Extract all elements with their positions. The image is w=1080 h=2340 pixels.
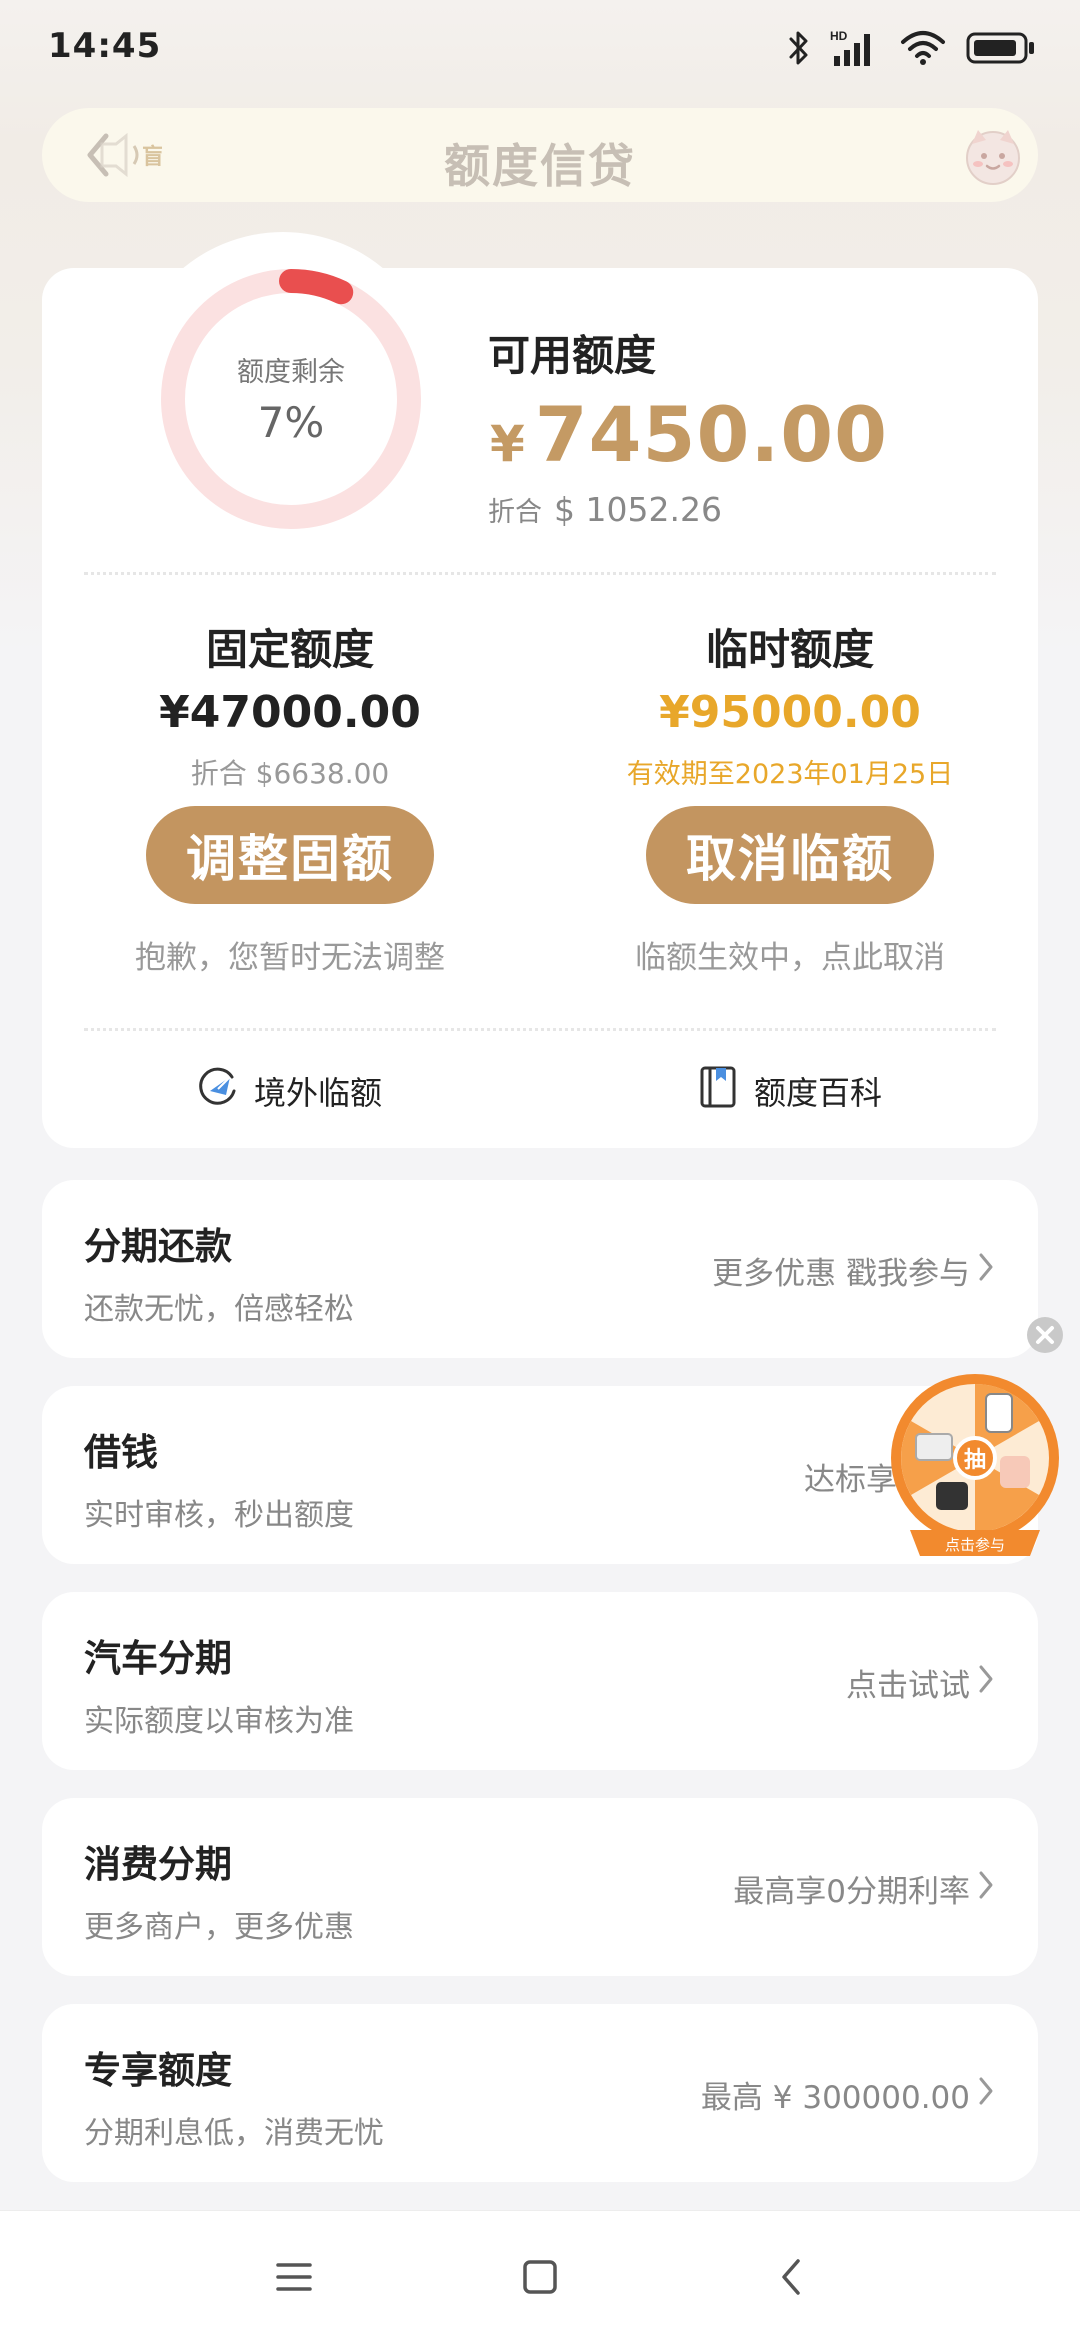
prize-wheel-icon: 抽 点击参与 [891, 1374, 1059, 1556]
currency-symbol: ¥ [490, 415, 525, 473]
status-bar: 14:45 HD [0, 0, 1080, 96]
service-subtitle: 分期利息低，消费无忧 [84, 2116, 384, 2151]
hd-signal-icon: HD [830, 28, 880, 68]
prize-wheel-promo[interactable]: 抽 点击参与 [880, 1370, 1070, 1560]
overseas-temp-quota-label: 境外临额 [254, 1074, 383, 1112]
system-nav-bar [0, 2210, 1080, 2340]
usd-label: 折合 [488, 497, 542, 528]
wifi-icon [900, 30, 946, 66]
menu-icon[interactable] [274, 2257, 314, 2297]
status-time: 14:45 [48, 26, 162, 66]
fixed-quota-amount: ¥47000.00 [159, 687, 421, 738]
service-card-consumer-installment[interactable]: 消费分期 更多商户，更多优惠 最高享0分期利率 [42, 1798, 1038, 1976]
back-icon[interactable] [772, 2257, 812, 2297]
chevron-right-icon [979, 1253, 993, 1281]
ring-label: 额度剩余 [237, 357, 345, 388]
service-title: 借钱 [84, 1431, 158, 1474]
close-promo-button[interactable] [1026, 1316, 1064, 1354]
temporary-quota-section: 临时额度 ¥95000.00 有效期至2023年01月25日 [580, 616, 1000, 791]
prize-wheel-caption: 点击参与 [945, 1536, 1005, 1554]
service-card-installment-repayment[interactable]: 分期还款 还款无忧，倍感轻松 更多优惠 戳我参与 [42, 1180, 1038, 1358]
service-title: 分期还款 [84, 1225, 232, 1268]
service-subtitle: 实际额度以审核为准 [84, 1704, 354, 1739]
service-action: 最高享0分期利率 [733, 1874, 970, 1910]
fixed-quota-title: 固定额度 [205, 625, 374, 674]
quota-encyclopedia-label: 额度百科 [754, 1074, 883, 1112]
divider [84, 572, 996, 575]
temporary-quota-validity: 有效期至2023年01月25日 [626, 759, 954, 790]
ring-value: 7% [257, 398, 325, 447]
temporary-quota-amount: ¥95000.00 [659, 687, 921, 738]
home-icon[interactable] [520, 2257, 560, 2297]
mascot-icon [966, 130, 1020, 185]
available-amount-value: 7450.00 [534, 390, 888, 479]
chevron-right-icon [979, 1665, 993, 1693]
service-card-car-installment[interactable]: 汽车分期 实际额度以审核为准 点击试试 [42, 1592, 1038, 1770]
service-title: 专享额度 [84, 2049, 232, 2092]
divider [84, 1028, 996, 1031]
temporary-quota-title: 临时额度 [705, 625, 874, 674]
service-card-exclusive-quota[interactable]: 专享额度 分期利息低，消费无忧 最高 ¥ 300000.00 [42, 2004, 1038, 2182]
available-usd: 折合 $ 1052.26 [488, 490, 722, 529]
header-bar: 盲 额度信贷 [42, 108, 1038, 202]
fixed-quota-section: 固定额度 ¥47000.00 折合 $6638.00 [80, 616, 500, 792]
mascot-button[interactable] [958, 120, 1028, 190]
status-icons: HD [788, 26, 1036, 70]
service-subtitle: 还款无忧，倍感轻松 [84, 1292, 354, 1327]
service-action: 点击试试 [846, 1668, 970, 1704]
overseas-temp-quota-link[interactable]: 境外临额 [196, 1066, 382, 1116]
quota-encyclopedia-link[interactable]: 额度百科 [696, 1066, 882, 1116]
fixed-quota-usd: 折合 $6638.00 [190, 757, 390, 790]
bluetooth-icon [788, 29, 810, 67]
adjust-fixed-quota-button[interactable]: 调整固额 [146, 806, 434, 904]
service-action: 最高 ¥ 300000.00 [700, 2080, 970, 2116]
available-quota-title: 可用额度 [488, 331, 657, 380]
hd-label: HD [830, 29, 848, 43]
service-subtitle: 实时审核，秒出额度 [84, 1498, 354, 1533]
book-icon [696, 1065, 740, 1117]
chevron-right-icon [979, 2077, 993, 2105]
available-quota-amount: ¥ 7450.00 [490, 390, 888, 479]
plane-globe-icon [196, 1065, 240, 1117]
prize-wheel-center-label: 抽 [964, 1448, 986, 1473]
usd-value: $ 1052.26 [554, 490, 722, 529]
cancel-temporary-quota-button[interactable]: 取消临额 [646, 806, 934, 904]
service-subtitle: 更多商户，更多优惠 [84, 1910, 354, 1945]
service-action: 更多优惠 戳我参与 [712, 1256, 970, 1292]
fixed-quota-note: 抱歉，您暂时无法调整 [135, 940, 445, 976]
close-icon [1027, 1317, 1063, 1353]
chevron-right-icon [979, 1871, 993, 1899]
service-title: 汽车分期 [84, 1637, 232, 1680]
service-title: 消费分期 [84, 1843, 232, 1886]
temporary-quota-note[interactable]: 临额生效中，点此取消 [580, 932, 1000, 977]
page-title: 额度信贷 [444, 139, 636, 193]
battery-icon [966, 31, 1036, 65]
